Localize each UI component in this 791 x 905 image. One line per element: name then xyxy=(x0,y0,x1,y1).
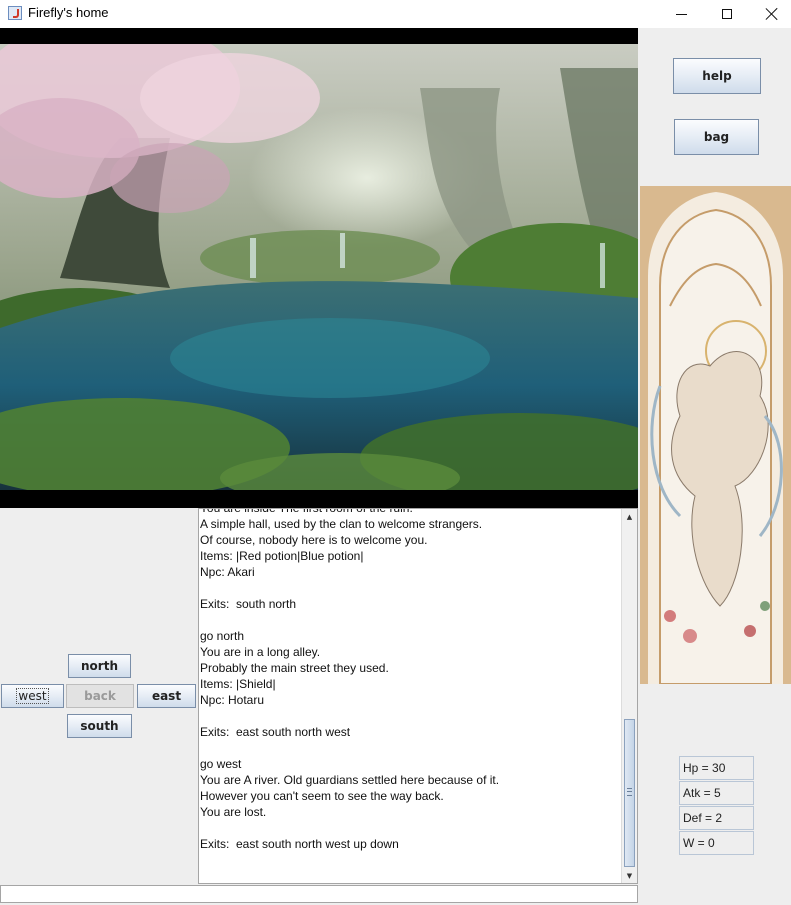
game-log: You are inside The first room of the rui… xyxy=(200,508,620,852)
help-button[interactable]: help xyxy=(673,58,761,94)
log-line: You are lost. xyxy=(200,805,267,819)
log-scrollbar[interactable]: ▲ ▼ xyxy=(621,509,637,883)
log-line: go west xyxy=(200,757,242,771)
log-line: Items: |Shield| xyxy=(200,677,276,691)
close-button[interactable] xyxy=(749,0,791,28)
north-button[interactable]: north xyxy=(68,654,131,678)
weight-stat: W = 0 xyxy=(679,831,754,855)
log-line: However you can't seem to see the way ba… xyxy=(200,789,444,803)
scroll-down-arrow-icon[interactable]: ▼ xyxy=(622,868,637,883)
close-icon xyxy=(765,7,779,21)
log-line: Exits: east south north west xyxy=(200,725,351,739)
east-button[interactable]: east xyxy=(137,684,196,708)
room-scene-image xyxy=(0,28,638,508)
west-button-label: west xyxy=(16,688,49,704)
log-line: Items: |Red potion|Blue potion| xyxy=(200,549,364,563)
log-line: A simple hall, used by the clan to welco… xyxy=(200,517,483,531)
back-button[interactable]: back xyxy=(66,684,134,708)
character-portrait xyxy=(640,186,791,684)
game-log-textarea[interactable]: You are inside The first room of the rui… xyxy=(198,508,638,884)
west-button[interactable]: west xyxy=(1,684,64,708)
bag-button[interactable]: bag xyxy=(674,119,759,155)
maximize-icon xyxy=(722,9,732,19)
log-line: Exits: south north xyxy=(200,597,297,611)
atk-stat: Atk = 5 xyxy=(679,781,754,805)
log-line: You are inside The first room of the rui… xyxy=(200,508,413,515)
minimize-button[interactable] xyxy=(658,0,704,28)
log-line: Of course, nobody here is to welcome you… xyxy=(200,533,428,547)
log-line: Npc: Hotaru xyxy=(200,693,265,707)
window-title: Firefly's home xyxy=(28,5,109,20)
log-line: You are A river. Old guardians settled h… xyxy=(200,773,500,787)
title-bar: Firefly's home xyxy=(0,0,791,28)
def-stat: Def = 2 xyxy=(679,806,754,830)
scroll-thumb[interactable] xyxy=(624,719,635,867)
java-app-icon xyxy=(8,6,22,20)
scroll-up-arrow-icon[interactable]: ▲ xyxy=(622,509,637,524)
log-line: go north xyxy=(200,629,245,643)
log-line: Npc: Akari xyxy=(200,565,255,579)
command-input[interactable] xyxy=(0,885,638,903)
maximize-button[interactable] xyxy=(704,0,750,28)
south-button[interactable]: south xyxy=(67,714,132,738)
minimize-icon xyxy=(675,13,687,15)
hp-stat: Hp = 30 xyxy=(679,756,754,780)
log-line: Probably the main street they used. xyxy=(200,661,389,675)
log-line: You are in a long alley. xyxy=(200,645,321,659)
grip-icon xyxy=(627,788,632,796)
log-line: Exits: east south north west up down xyxy=(200,837,399,851)
